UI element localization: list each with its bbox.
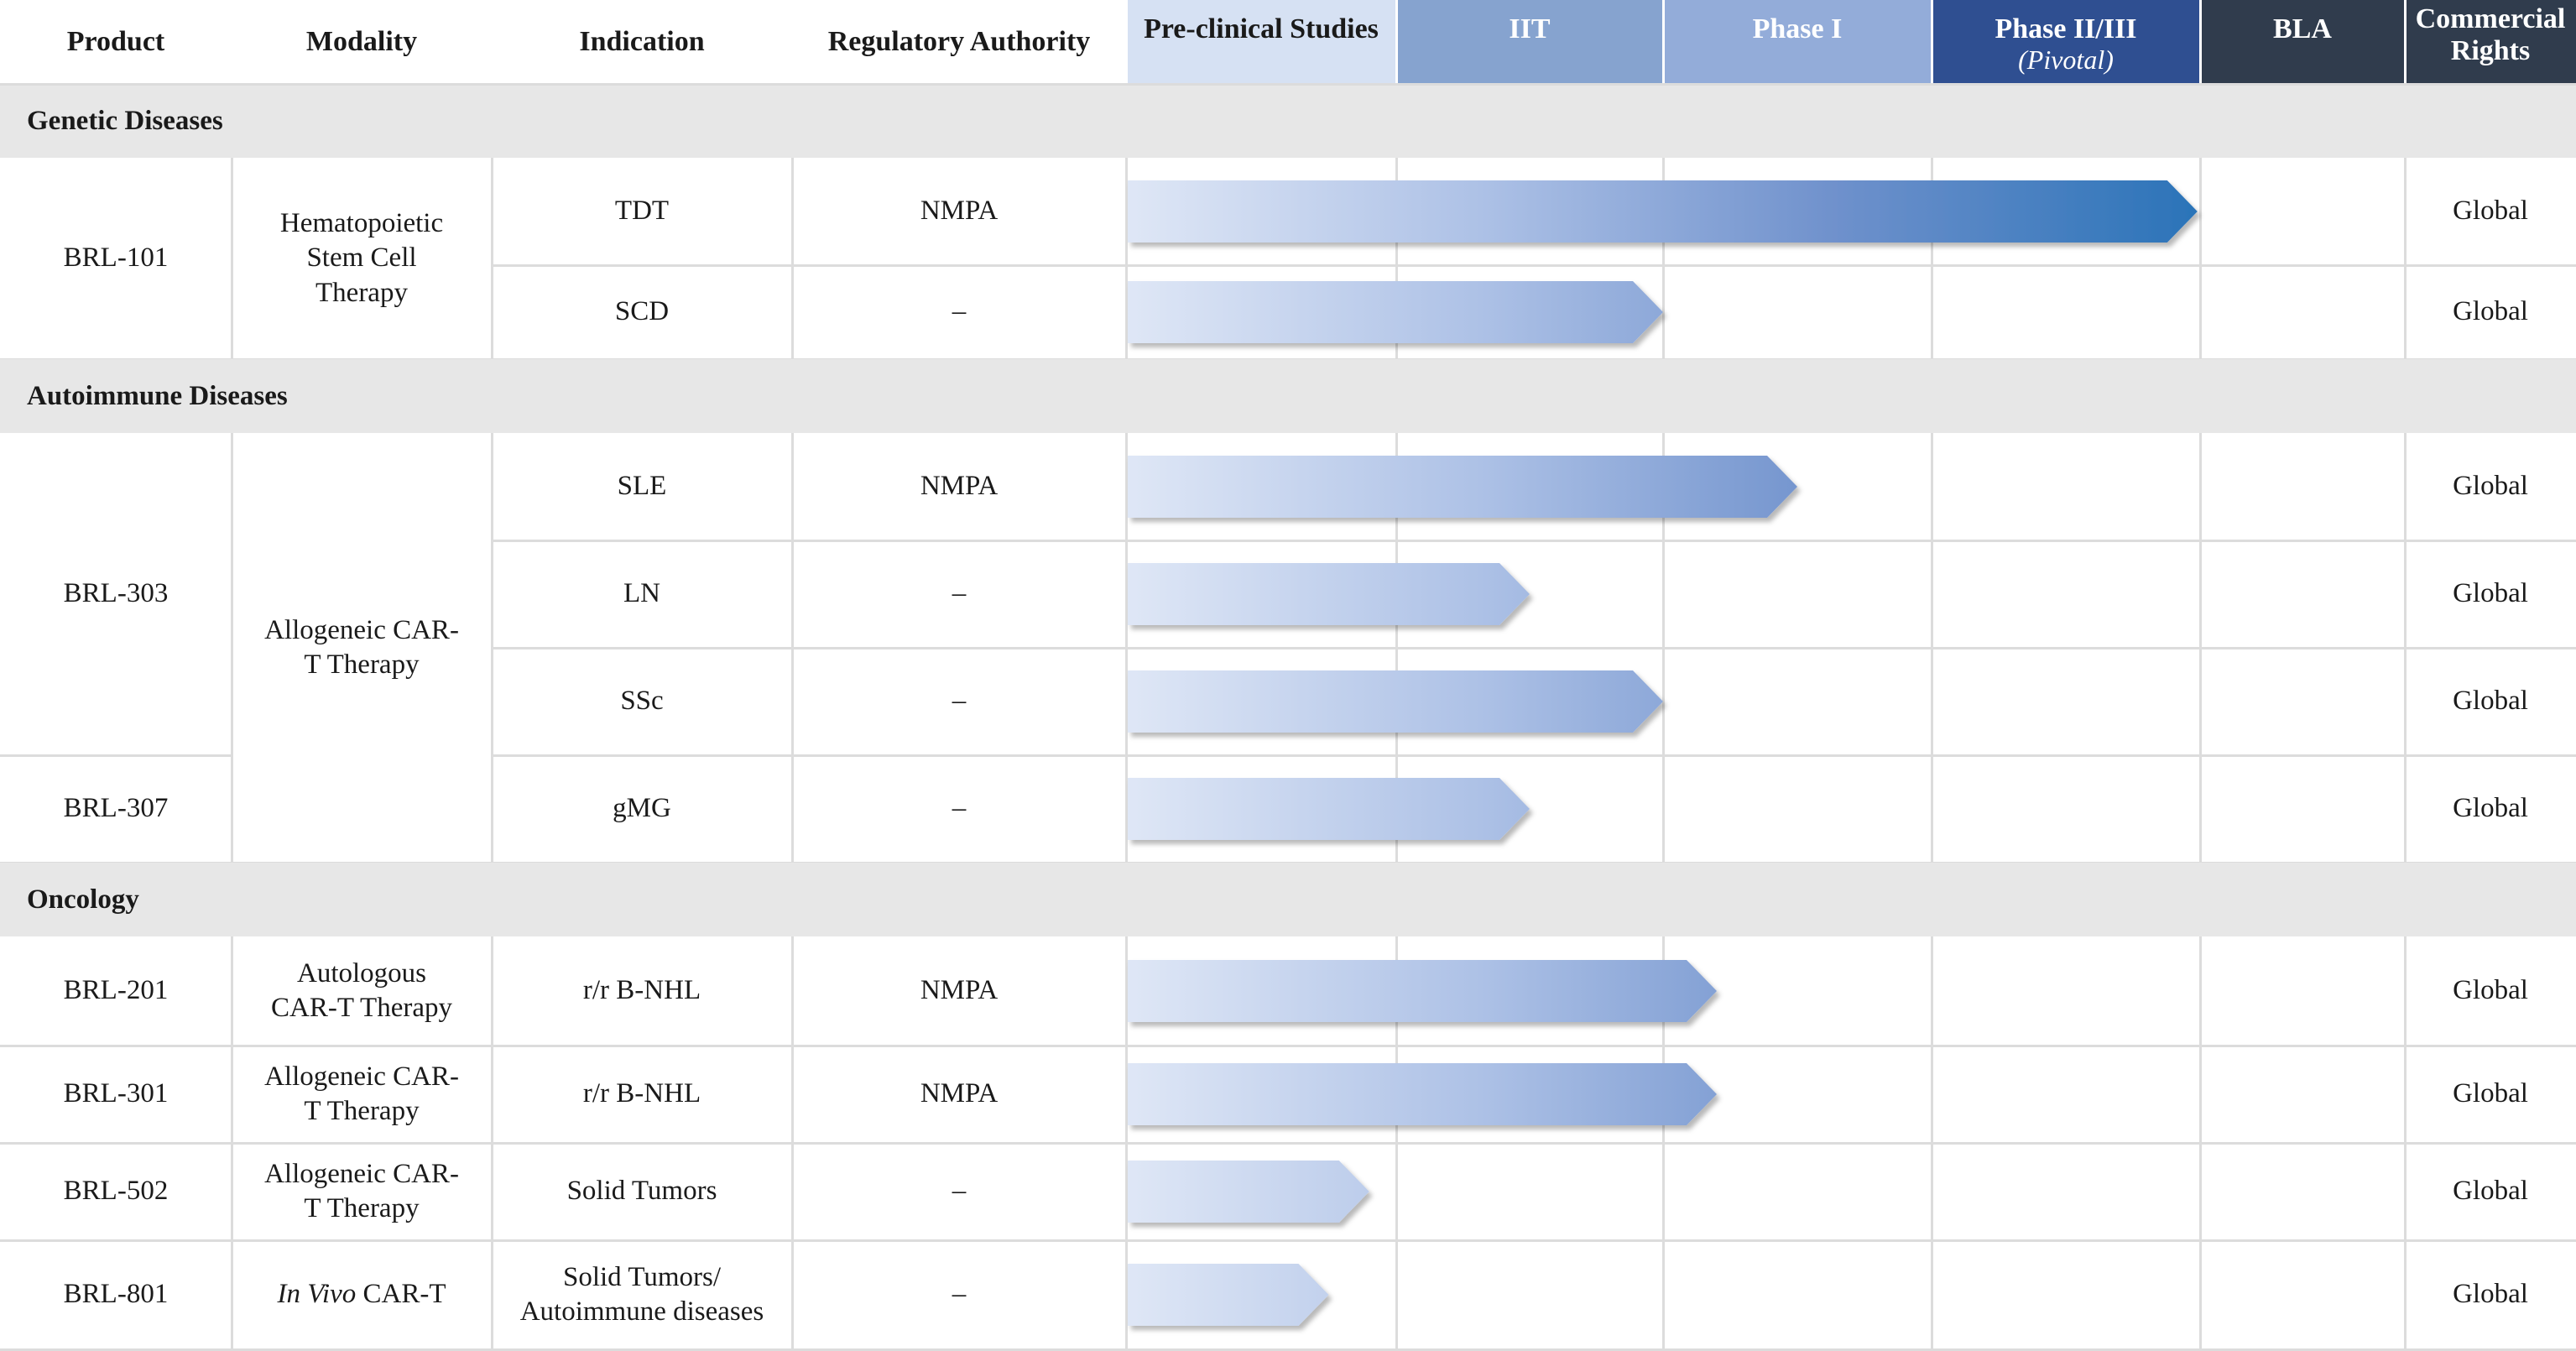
progress-bars: [1128, 180, 2198, 1326]
progress-arrow: [1128, 778, 1530, 840]
progress-arrow: [1128, 1264, 1329, 1326]
progress-arrow: [1128, 281, 1663, 343]
progress-arrow: [1128, 1161, 1369, 1223]
progress-arrow: [1128, 1063, 1717, 1125]
progress-arrow: [1128, 960, 1717, 1022]
progress-arrow: [1128, 180, 2198, 243]
progress-arrow: [1128, 456, 1797, 518]
pipeline-table: Product Modality Indication Regulatory Auth…: [0, 0, 2576, 1351]
grid-hline: [0, 83, 2576, 86]
progress-arrow: [1128, 563, 1530, 625]
progress-arrow: [1128, 670, 1663, 733]
